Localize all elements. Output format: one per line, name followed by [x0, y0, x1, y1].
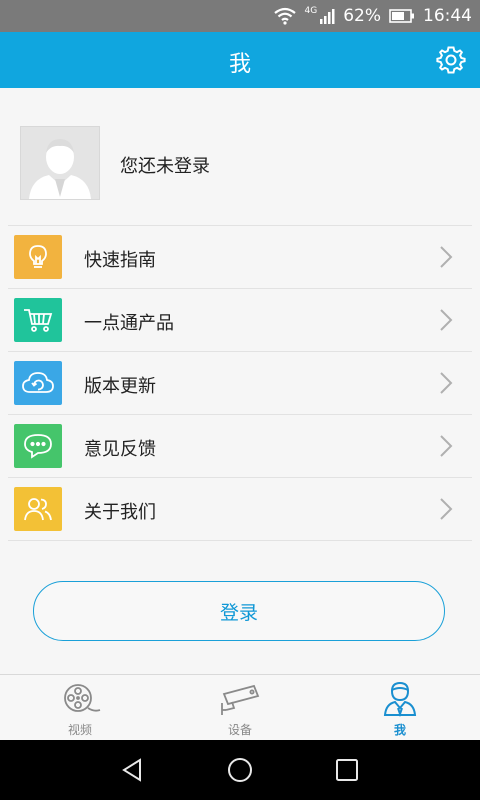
tab-label: 我 — [393, 723, 406, 737]
login-button[interactable]: 登录 — [33, 581, 445, 641]
cloud-refresh-icon — [14, 361, 62, 405]
lightbulb-icon — [14, 235, 62, 279]
bottom-tab-bar: 视频 设备 我 — [0, 674, 480, 741]
user-icon — [383, 681, 417, 717]
login-status-text: 您还未登录 — [120, 156, 210, 177]
people-icon — [14, 487, 62, 531]
chevron-right-icon — [440, 435, 453, 457]
network-type: 4G — [304, 6, 318, 16]
signal-icon — [320, 9, 335, 24]
profile-section[interactable]: 您还未登录 — [0, 88, 480, 225]
tab-devices[interactable]: 设备 — [160, 675, 320, 741]
battery-icon — [389, 9, 414, 23]
system-nav-bar — [0, 740, 480, 800]
status-bar: 4G 62% 16:44 — [0, 0, 480, 32]
menu-item-label: 版本更新 — [84, 376, 156, 397]
back-icon[interactable] — [118, 755, 148, 785]
chevron-right-icon — [440, 372, 453, 394]
chevron-right-icon — [440, 498, 453, 520]
wifi-icon — [273, 7, 296, 25]
tab-label: 视频 — [67, 723, 92, 737]
tab-me[interactable]: 我 — [320, 675, 480, 741]
menu-item-label: 关于我们 — [84, 502, 156, 523]
battery-percent: 62% — [343, 6, 381, 26]
chat-bubble-icon — [14, 424, 62, 468]
tab-video[interactable]: 视频 — [0, 675, 160, 741]
menu-item-products[interactable]: 一点通产品 — [8, 288, 472, 351]
cart-icon — [14, 298, 62, 342]
film-reel-icon — [64, 684, 101, 712]
menu-item-label: 意见反馈 — [84, 439, 156, 460]
menu-item-version-update[interactable]: 版本更新 — [8, 351, 472, 414]
security-camera-icon — [221, 684, 260, 715]
menu-item-label: 快速指南 — [84, 250, 156, 271]
page-title: 我 — [228, 52, 251, 77]
menu-item-feedback[interactable]: 意见反馈 — [8, 414, 472, 477]
menu-list: 快速指南 一点通产品 版本更新 意见反馈 关于我们 — [8, 225, 472, 541]
menu-item-quick-guide[interactable]: 快速指南 — [8, 225, 472, 288]
chevron-right-icon — [440, 246, 453, 268]
default-avatar-icon — [21, 127, 99, 199]
menu-item-about-us[interactable]: 关于我们 — [8, 477, 472, 541]
clock: 16:44 — [423, 6, 472, 26]
menu-item-label: 一点通产品 — [84, 313, 174, 334]
tab-label: 设备 — [227, 723, 252, 737]
avatar — [20, 126, 100, 200]
settings-gear-icon[interactable] — [436, 45, 466, 75]
recents-icon[interactable] — [332, 755, 362, 785]
chevron-right-icon — [440, 309, 453, 331]
app-bar: 我 — [0, 32, 480, 88]
home-icon[interactable] — [225, 755, 255, 785]
